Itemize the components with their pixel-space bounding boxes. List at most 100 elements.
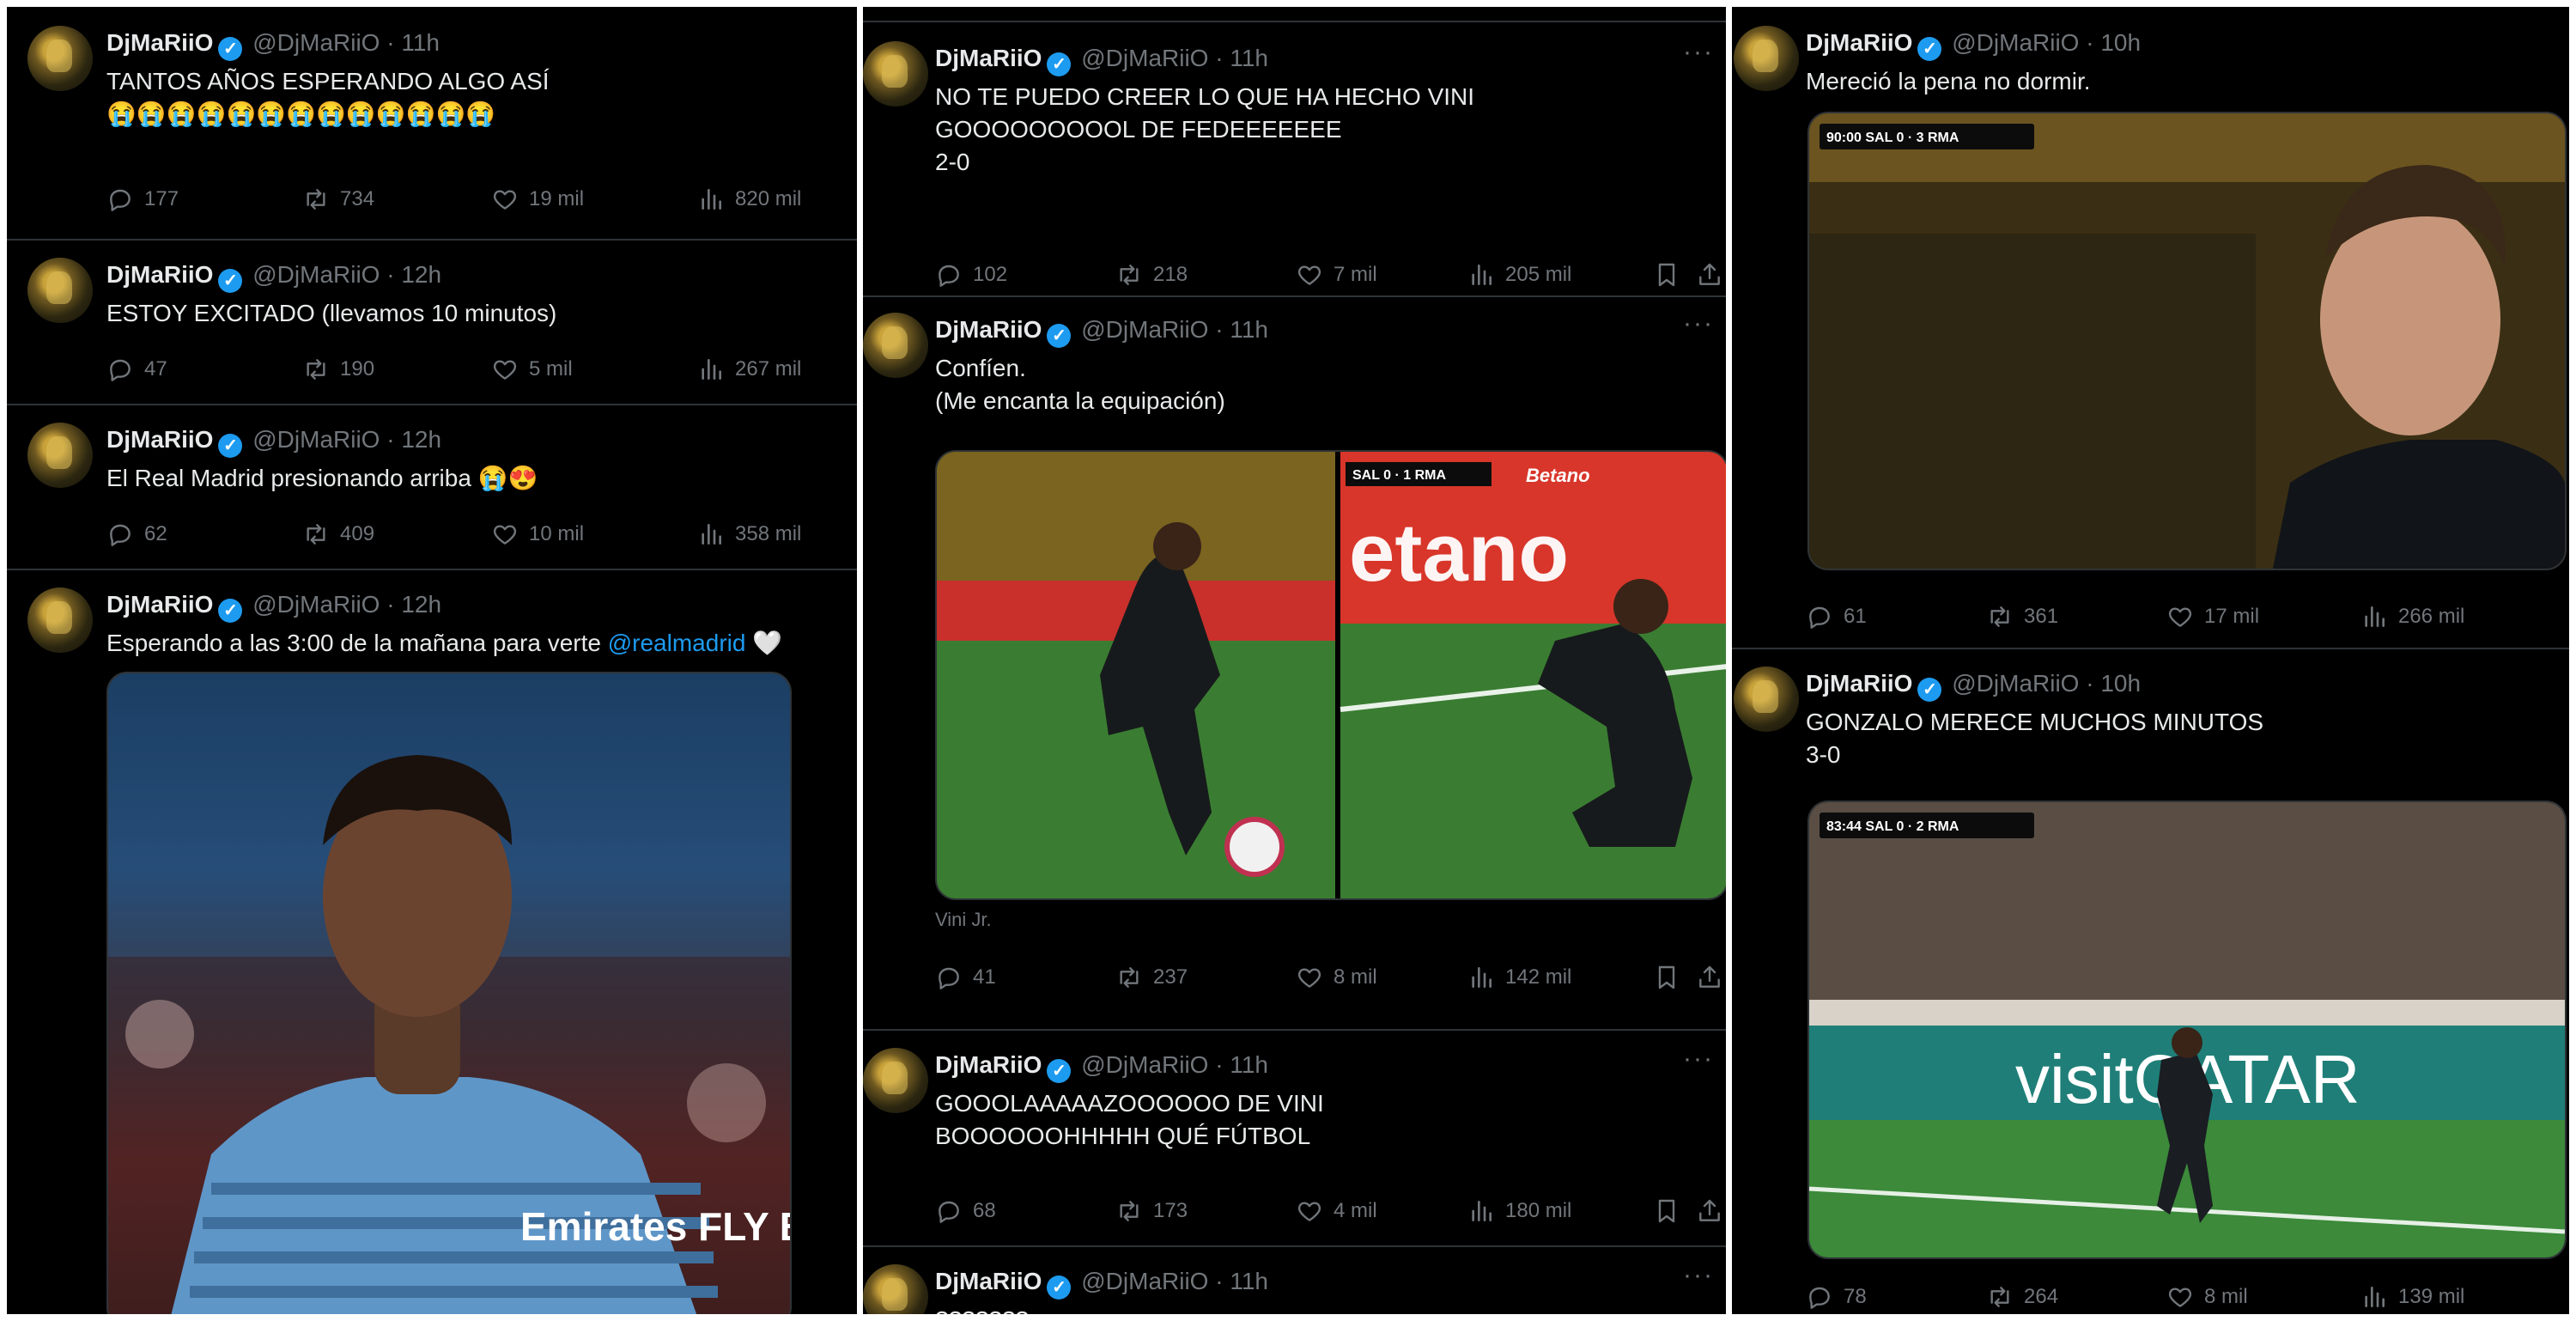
author-handle[interactable]: @DjMaRiiO <box>1081 1268 1208 1294</box>
author-handle[interactable]: @DjMaRiiO <box>252 29 380 56</box>
bookmark-button[interactable] <box>1653 1197 1680 1225</box>
author-handle[interactable]: @DjMaRiiO <box>1081 1051 1208 1078</box>
like-button[interactable]: 19 mil <box>491 186 584 213</box>
tweet-text: TANTOS AÑOS ESPERANDO ALGO ASÍ 😭😭😭😭😭😭😭😭😭… <box>106 68 550 127</box>
author-name[interactable]: DjMaRiiO <box>935 316 1042 343</box>
more-options-icon[interactable]: ··· <box>1683 1044 1714 1074</box>
views-button[interactable]: 266 mil <box>2360 603 2464 630</box>
tweet-time[interactable]: 11h <box>1230 1268 1268 1294</box>
tweet[interactable]: DjMaRiiO✓ @DjMaRiiO · 11h ··· ??????? <box>863 1245 1726 1314</box>
author-name[interactable]: DjMaRiiO <box>1806 670 1912 697</box>
author-name[interactable]: DjMaRiiO <box>106 29 213 56</box>
retweet-button[interactable]: 190 <box>302 356 374 383</box>
tweet[interactable]: DjMaRiiO ✓ @DjMaRiiO · 11h ··· NO TE PUED… <box>863 21 1726 297</box>
tweet-time[interactable]: 12h <box>401 261 441 288</box>
reply-button[interactable]: 62 <box>106 520 167 548</box>
avatar[interactable] <box>863 313 928 378</box>
more-options-icon[interactable]: ··· <box>1683 1261 1714 1290</box>
tweet[interactable]: DjMaRiiO ✓ @DjMaRiiO · 11h ··· GOOOLAAAAA… <box>863 1029 1726 1247</box>
share-button[interactable] <box>1696 261 1723 289</box>
author-handle[interactable]: @DjMaRiiO <box>252 261 380 288</box>
views-button[interactable]: 820 mil <box>697 186 801 213</box>
author-name[interactable]: DjMaRiiO <box>935 45 1042 71</box>
mention-link[interactable]: @realmadrid <box>608 630 746 656</box>
tweet[interactable]: DjMaRiiO ✓ @DjMaRiiO · 10h Mereció la pen… <box>1732 7 2569 649</box>
tweet-time[interactable]: 11h <box>401 29 440 56</box>
like-button[interactable]: 4 mil <box>1296 1197 1377 1225</box>
reply-button[interactable]: 177 <box>106 186 179 213</box>
tweet[interactable]: DjMaRiiO ✓ @DjMaRiiO · 10h GONZALO MERECE… <box>1732 648 2569 1314</box>
more-options-icon[interactable]: ··· <box>1683 38 1714 67</box>
bar-chart-icon <box>1467 964 1495 991</box>
like-button[interactable]: 8 mil <box>1296 964 1377 991</box>
reply-button[interactable]: 102 <box>935 261 1007 289</box>
like-button[interactable]: 17 mil <box>2166 603 2259 630</box>
avatar[interactable] <box>27 423 93 488</box>
avatar[interactable] <box>27 258 93 323</box>
views-button[interactable]: 205 mil <box>1467 261 1571 289</box>
views-button[interactable]: 139 mil <box>2360 1283 2464 1311</box>
like-button[interactable]: 7 mil <box>1296 261 1377 289</box>
avatar[interactable] <box>1734 26 1799 91</box>
author-handle[interactable]: @DjMaRiiO <box>1081 45 1208 71</box>
reply-button[interactable]: 41 <box>935 964 996 991</box>
reply-button[interactable]: 68 <box>935 1197 996 1225</box>
retweet-button[interactable]: 409 <box>302 520 374 548</box>
avatar[interactable] <box>863 1264 928 1314</box>
views-button[interactable]: 358 mil <box>697 520 801 548</box>
tweet-photo[interactable]: visitQATAR 83:44 SAL 0 · 2 RMA <box>1807 801 2567 1259</box>
tweet-time[interactable]: 10h <box>2100 670 2141 697</box>
reply-button[interactable]: 47 <box>106 356 167 383</box>
tweet[interactable]: DjMaRiiO ✓ @DjMaRiiO · 11h ··· Confíen. (… <box>863 294 1726 1031</box>
author-name[interactable]: DjMaRiiO <box>935 1051 1042 1078</box>
retweet-button[interactable]: 264 <box>1986 1283 2058 1311</box>
author-handle[interactable]: @DjMaRiiO <box>252 591 380 618</box>
author-handle[interactable]: @DjMaRiiO <box>1081 316 1208 343</box>
author-handle[interactable]: @DjMaRiiO <box>252 426 380 453</box>
tweet-time[interactable]: 12h <box>401 591 441 618</box>
tweet[interactable]: DjMaRiiO ✓ @DjMaRiiO · 12h El Real Madrid… <box>7 404 857 570</box>
tweet-text: Esperando a las 3:00 de la mañana para v… <box>106 630 783 656</box>
author-name[interactable]: DjMaRiiO <box>106 591 213 618</box>
author-handle[interactable]: @DjMaRiiO <box>1952 670 2079 697</box>
like-button[interactable]: 5 mil <box>491 356 573 383</box>
retweet-button[interactable]: 237 <box>1115 964 1188 991</box>
reply-button[interactable]: 78 <box>1806 1283 1867 1311</box>
author-name[interactable]: DjMaRiiO <box>1806 29 1912 56</box>
views-button[interactable]: 180 mil <box>1467 1197 1571 1225</box>
like-button[interactable]: 8 mil <box>2166 1283 2248 1311</box>
retweet-button[interactable]: 218 <box>1115 261 1188 289</box>
author-handle[interactable]: @DjMaRiiO <box>1952 29 2079 56</box>
like-button[interactable]: 10 mil <box>491 520 584 548</box>
tweet-time[interactable]: 11h <box>1230 1051 1268 1078</box>
tweet-photo[interactable]: 90:00 SAL 0 · 3 RMA <box>1807 112 2567 570</box>
avatar[interactable] <box>863 1048 928 1113</box>
tweet-time[interactable]: 12h <box>401 426 441 453</box>
retweet-button[interactable]: 734 <box>302 186 374 213</box>
reply-button[interactable]: 61 <box>1806 603 1867 630</box>
avatar[interactable] <box>1734 667 1799 732</box>
tweet-time[interactable]: 11h <box>1230 316 1268 343</box>
views-button[interactable]: 142 mil <box>1467 964 1571 991</box>
author-name[interactable]: DjMaRiiO <box>935 1268 1042 1294</box>
author-name[interactable]: DjMaRiiO <box>106 261 213 288</box>
tweet[interactable]: DjMaRiiO ✓ @DjMaRiiO · 12h ESTOY EXCITADO… <box>7 239 857 405</box>
tweet-time[interactable]: 11h <box>1230 45 1268 71</box>
bookmark-button[interactable] <box>1653 261 1680 289</box>
share-button[interactable] <box>1696 1197 1723 1225</box>
retweet-button[interactable]: 173 <box>1115 1197 1188 1225</box>
avatar[interactable] <box>27 587 93 653</box>
tweet[interactable]: DjMaRiiO ✓ @DjMaRiiO · 12h Esperando a la… <box>7 569 857 1314</box>
avatar[interactable] <box>863 41 928 107</box>
tweet-time[interactable]: 10h <box>2100 29 2141 56</box>
share-button[interactable] <box>1696 964 1723 991</box>
tweet[interactable]: DjMaRiiO ✓ @DjMaRiiO · 11h TANTOS AÑOS ES… <box>7 7 857 240</box>
avatar[interactable] <box>27 26 93 91</box>
retweet-button[interactable]: 361 <box>1986 603 2058 630</box>
author-name[interactable]: DjMaRiiO <box>106 426 213 453</box>
bookmark-button[interactable] <box>1653 964 1680 991</box>
more-options-icon[interactable]: ··· <box>1683 309 1714 338</box>
tweet-photo[interactable]: etano SAL 0 · 1 RMA Betano <box>935 450 1726 900</box>
views-button[interactable]: 267 mil <box>697 356 801 383</box>
tweet-photo[interactable]: Emirates FLY BETTER <box>106 672 792 1314</box>
